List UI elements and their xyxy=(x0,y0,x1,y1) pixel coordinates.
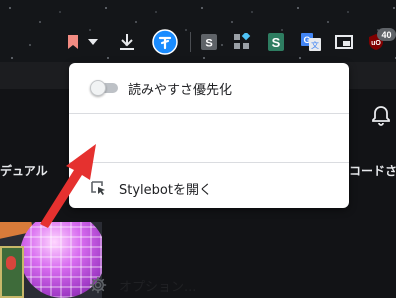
page-text-right: コードさ xyxy=(349,164,396,178)
browser-toolbar: S S G文 uO 40 xyxy=(0,0,396,62)
red-arrow-annotation xyxy=(34,138,104,228)
toggle-knob xyxy=(90,80,106,96)
dropdown-caret-icon[interactable] xyxy=(86,30,100,54)
svg-text:S: S xyxy=(272,35,281,50)
options-label: オプション... xyxy=(119,280,197,295)
extension-circle-icon[interactable] xyxy=(150,29,180,55)
thumbnail-poster xyxy=(0,246,24,298)
translate-icon[interactable]: G文 xyxy=(300,30,322,54)
bell-icon[interactable] xyxy=(370,104,392,126)
picture-in-picture-icon[interactable] xyxy=(333,30,355,54)
bookmark-icon[interactable] xyxy=(64,30,82,54)
svg-text:uO: uO xyxy=(371,40,381,47)
svg-text:文: 文 xyxy=(311,40,319,50)
toolbar-separator xyxy=(190,32,191,52)
readability-label: 読みやすさ優先化 xyxy=(128,83,233,98)
menu-item-options[interactable]: オプション... xyxy=(69,163,349,295)
svg-text:S: S xyxy=(205,38,212,50)
ublock-badge: 40 xyxy=(377,28,396,41)
extension-s-icon[interactable]: S xyxy=(200,30,218,54)
extension-blocks-icon[interactable] xyxy=(231,30,253,54)
video-thumbnail[interactable] xyxy=(0,222,102,298)
download-icon[interactable] xyxy=(116,30,138,54)
gear-icon xyxy=(89,276,107,294)
extension-popup-menu: 読みやすさ優先化 Stylebotを開く オプション... xyxy=(69,63,349,295)
menu-item-readability[interactable]: 読みやすさ優先化 xyxy=(69,63,349,113)
menu-item-open-stylebot[interactable]: Stylebotを開く xyxy=(69,114,349,198)
readability-toggle[interactable] xyxy=(90,80,118,96)
stylebot-icon[interactable]: S xyxy=(267,30,285,54)
